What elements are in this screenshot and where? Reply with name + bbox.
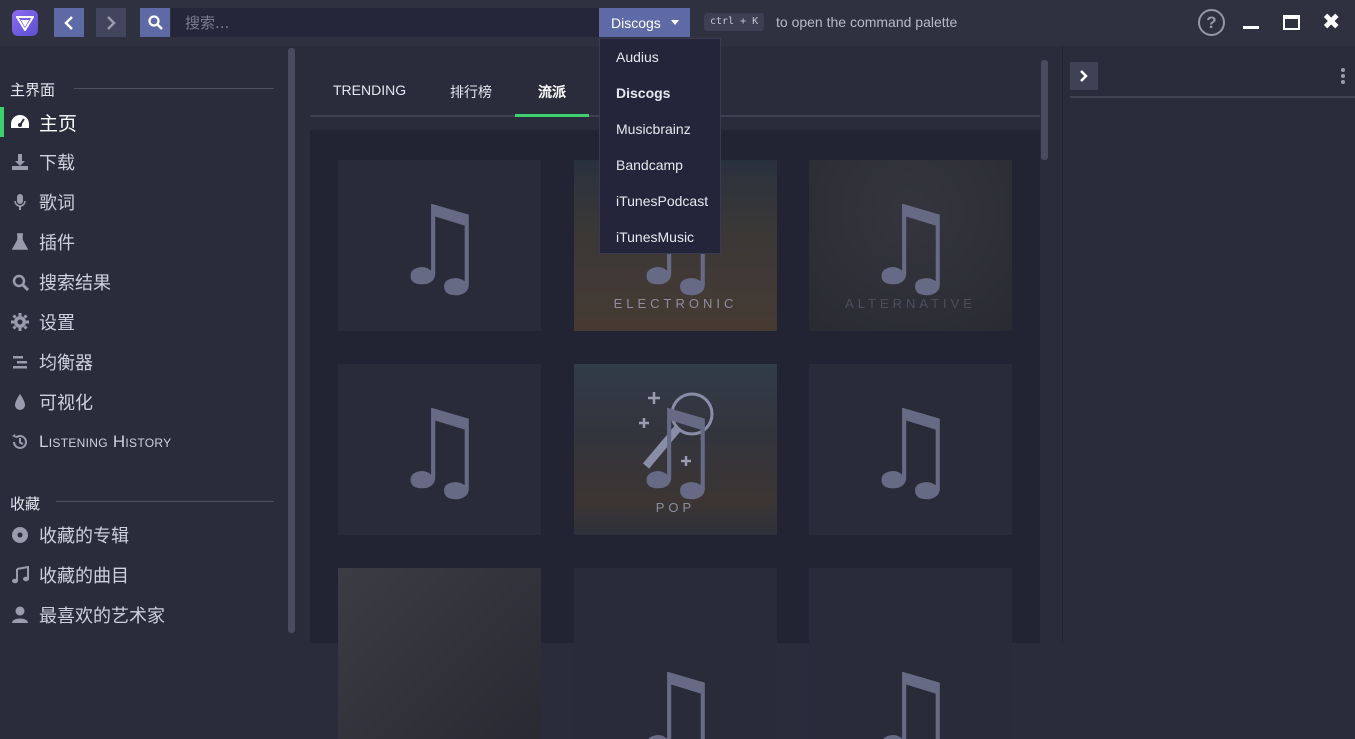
app-logo-icon xyxy=(12,10,38,36)
sidebar-item-label: 可视化 xyxy=(39,389,93,415)
sidebar-item-label: 插件 xyxy=(39,229,75,255)
sidebar-item-label: 歌词 xyxy=(39,189,75,215)
provider-option-itunesmusic[interactable]: iTunesMusic xyxy=(600,219,720,255)
equalizer-icon xyxy=(10,352,30,372)
caret-down-icon xyxy=(671,20,679,25)
sidebar-item-settings[interactable]: 设置 xyxy=(0,305,286,339)
genre-label: ALTERNATIVE xyxy=(809,296,1012,311)
help-icon[interactable]: ? xyxy=(1198,9,1225,36)
microphone-icon xyxy=(10,192,30,212)
provider-option-bandcamp[interactable]: Bandcamp xyxy=(600,147,720,183)
music-note-icon: ♫ xyxy=(390,395,489,505)
gear-icon xyxy=(10,312,30,332)
main-scrollbar[interactable] xyxy=(1041,60,1048,160)
minimize-window-button[interactable] xyxy=(1243,26,1259,29)
sidebar-item-label: 收藏的专辑 xyxy=(39,522,129,548)
sidebar-item-listening-history[interactable]: Listening History xyxy=(0,425,286,459)
provider-select[interactable]: Discogs xyxy=(599,8,690,37)
expand-panel-button[interactable] xyxy=(1070,62,1098,90)
chevron-right-icon xyxy=(106,16,116,30)
provider-option-discogs[interactable]: Discogs xyxy=(600,75,720,111)
section-divider xyxy=(56,501,274,502)
active-tab-indicator xyxy=(515,114,589,117)
sidebar-item-label: 均衡器 xyxy=(39,349,93,375)
sidebar-item-plugins[interactable]: 插件 xyxy=(0,225,286,259)
sidebar-item-favorite-albums[interactable]: 收藏的专辑 xyxy=(0,518,286,552)
sidebar-item-visualizer[interactable]: 可视化 xyxy=(0,385,286,419)
more-options-icon[interactable] xyxy=(1341,68,1345,84)
music-note-icon: ♫ xyxy=(626,395,725,505)
sidebar-item-search-results[interactable]: 搜索结果 xyxy=(0,265,286,299)
sidebar-item-home[interactable]: 主页 xyxy=(0,105,286,139)
sidebar-item-equalizer[interactable]: 均衡器 xyxy=(0,345,286,379)
provider-select-value: Discogs xyxy=(611,15,661,31)
provider-dropdown-menu: Audius Discogs Musicbrainz Bandcamp iTun… xyxy=(599,38,721,254)
music-note-icon: ♫ xyxy=(861,659,960,739)
panel-divider xyxy=(1070,96,1355,98)
provider-option-itunespodcast[interactable]: iTunesPodcast xyxy=(600,183,720,219)
history-icon xyxy=(10,432,30,452)
music-note-icon: ♫ xyxy=(626,659,725,739)
search-icon xyxy=(10,272,30,292)
download-icon xyxy=(10,152,30,172)
sidebar-item-favorite-tracks[interactable]: 收藏的曲目 xyxy=(0,558,286,592)
provider-option-audius[interactable]: Audius xyxy=(600,39,720,75)
music-note-icon: ♫ xyxy=(390,191,489,301)
genre-card-pop[interactable]: ♫ POP xyxy=(574,364,777,535)
genre-label: POP xyxy=(574,500,777,515)
sidebar: 主界面 主页 下载 歌词 插件 搜索结果 设置 均衡器 可视化 Listenin… xyxy=(0,46,286,643)
music-note-icon: ♫ xyxy=(861,191,960,301)
genre-card[interactable]: ♫ xyxy=(338,364,541,535)
dashboard-icon xyxy=(10,112,30,132)
sidebar-item-label: 收藏的曲目 xyxy=(39,562,129,588)
drop-icon xyxy=(10,392,30,412)
genre-card[interactable] xyxy=(338,568,541,739)
close-window-button[interactable]: ✖ xyxy=(1322,10,1340,34)
genre-card[interactable]: ♫ xyxy=(809,364,1012,535)
sidebar-item-label: Listening History xyxy=(39,432,171,452)
sidebar-scrollbar[interactable] xyxy=(288,48,295,633)
sidebar-item-label: 最喜欢的艺术家 xyxy=(39,602,165,628)
sidebar-item-favorite-artists[interactable]: 最喜欢的艺术家 xyxy=(0,598,286,632)
right-panel xyxy=(1062,46,1355,643)
sidebar-item-label: 设置 xyxy=(39,309,75,335)
flask-icon xyxy=(10,232,30,252)
genre-card[interactable]: ♫ xyxy=(338,160,541,331)
sidebar-section-favorites: 收藏 xyxy=(10,493,40,514)
sidebar-section-main: 主界面 xyxy=(10,79,55,100)
chevron-right-icon xyxy=(1080,70,1088,82)
genre-card[interactable]: ♫ xyxy=(809,568,1012,739)
chevron-left-icon xyxy=(64,16,74,30)
forward-button[interactable] xyxy=(96,8,126,37)
tab-charts[interactable]: 排行榜 xyxy=(450,82,492,116)
sidebar-item-label: 下载 xyxy=(39,149,75,175)
genre-card[interactable]: ♫ xyxy=(574,568,777,739)
sidebar-item-lyrics[interactable]: 歌词 xyxy=(0,185,286,219)
search-icon xyxy=(148,15,163,30)
music-note-icon xyxy=(10,565,30,585)
maximize-window-button[interactable] xyxy=(1283,15,1300,30)
back-button[interactable] xyxy=(54,8,84,37)
sidebar-item-label: 搜索结果 xyxy=(39,269,111,295)
tab-genres[interactable]: 流派 xyxy=(538,82,566,116)
sidebar-item-label: 主页 xyxy=(39,109,77,136)
provider-option-musicbrainz[interactable]: Musicbrainz xyxy=(600,111,720,147)
command-palette-hint: to open the command palette xyxy=(776,14,957,30)
tab-trending[interactable]: TRENDING xyxy=(333,82,406,116)
section-divider xyxy=(74,88,274,89)
shortcut-badge: ctrl + K xyxy=(704,13,764,31)
genre-label: ELECTRONIC xyxy=(574,296,777,311)
disc-icon xyxy=(10,525,30,545)
sidebar-item-downloads[interactable]: 下载 xyxy=(0,145,286,179)
genre-card-alternative[interactable]: ♫ ALTERNATIVE xyxy=(809,160,1012,331)
music-note-icon: ♫ xyxy=(861,395,960,505)
search-button[interactable] xyxy=(140,8,170,37)
search-input[interactable] xyxy=(171,8,599,37)
user-icon xyxy=(10,605,30,625)
